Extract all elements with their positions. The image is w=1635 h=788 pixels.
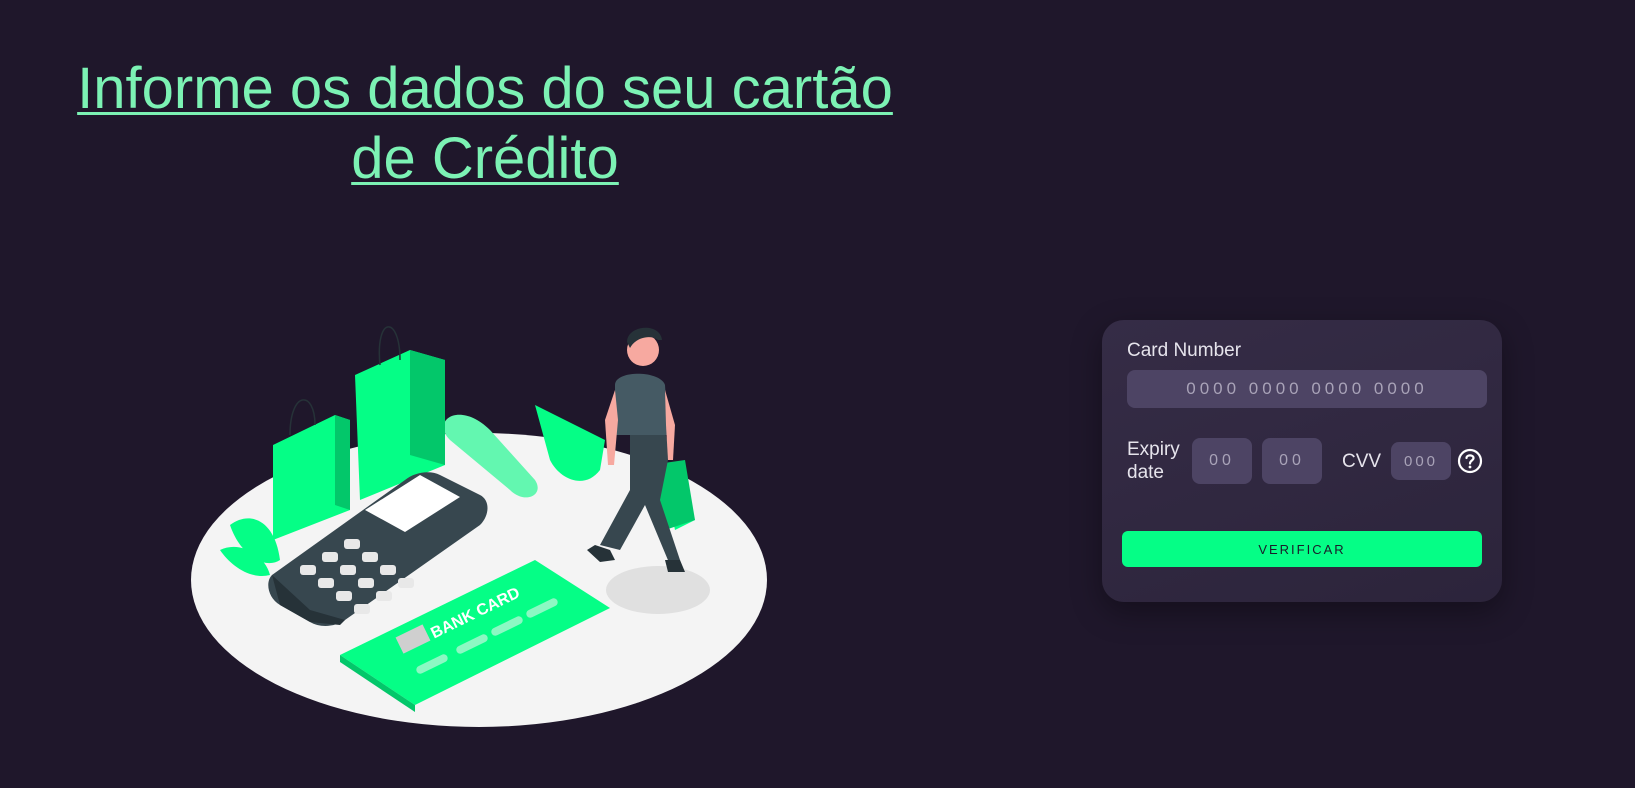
verify-button[interactable]: VERIFICAR bbox=[1122, 531, 1482, 567]
expiry-year-input[interactable] bbox=[1262, 438, 1322, 484]
expiry-month-input[interactable] bbox=[1192, 438, 1252, 484]
card-form-panel: Card Number Expiry date CVV VERIFICAR bbox=[1102, 320, 1502, 602]
card-number-label: Card Number bbox=[1127, 340, 1242, 361]
expiry-date-label: Expiry date bbox=[1127, 439, 1180, 483]
payment-illustration: BANK CARD bbox=[191, 326, 767, 727]
page-title: Informe os dados do seu cartão de Crédit… bbox=[77, 56, 893, 191]
question-circle-icon[interactable] bbox=[1457, 448, 1483, 474]
cvv-label: CVV bbox=[1342, 451, 1382, 472]
card-number-input[interactable] bbox=[1127, 370, 1487, 408]
cvv-input[interactable] bbox=[1391, 442, 1451, 480]
